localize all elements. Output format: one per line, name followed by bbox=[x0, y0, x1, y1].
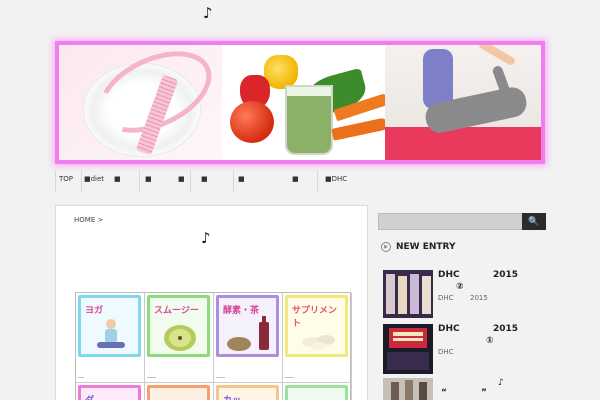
breadcrumb-home-link[interactable]: HOME bbox=[74, 216, 95, 224]
entry-title-part[interactable]: ” bbox=[481, 388, 487, 398]
category-card[interactable]: カッ… bbox=[216, 385, 279, 400]
search-input[interactable] bbox=[378, 213, 523, 230]
list-item[interactable]: DHC 2015 ② DHC 2015 bbox=[383, 270, 543, 320]
entry-title-part[interactable]: ① bbox=[486, 336, 494, 346]
category-card[interactable]: ダ… bbox=[78, 385, 141, 400]
carrot-graphic bbox=[331, 117, 389, 141]
new-entry-heading: ▶ NEW ENTRY bbox=[381, 242, 456, 252]
nav-divider bbox=[317, 170, 318, 192]
category-cell: カッ… bbox=[214, 383, 283, 400]
nav-item-dhc[interactable]: ■DHC bbox=[325, 175, 347, 183]
search-icon: 🔍 bbox=[528, 216, 540, 227]
entry-title-part[interactable]: 2015 bbox=[493, 270, 518, 280]
category-caption: ___ bbox=[147, 371, 156, 378]
category-label: カッ… bbox=[223, 393, 250, 400]
smoothie-glass-graphic bbox=[285, 85, 333, 155]
header-banner[interactable] bbox=[55, 41, 545, 164]
nav-divider bbox=[55, 170, 56, 192]
nav-item-5[interactable]: ■ bbox=[201, 175, 208, 183]
category-label: ダ… bbox=[85, 393, 103, 400]
nav-divider bbox=[81, 170, 82, 192]
nav-divider bbox=[233, 170, 234, 192]
nav-item-3[interactable]: ■ bbox=[145, 175, 152, 183]
banner-image-vegetables bbox=[222, 45, 391, 160]
category-cell bbox=[283, 383, 352, 400]
entry-title-part[interactable]: 2015 bbox=[493, 324, 518, 334]
entry-meta: DHC bbox=[438, 294, 454, 302]
category-cell: ___ 酵素・茶 bbox=[214, 293, 283, 383]
site-title[interactable]: ♪ bbox=[203, 4, 213, 22]
entry-meta: 2015 bbox=[470, 294, 488, 302]
post-title: ♪ bbox=[201, 229, 211, 247]
category-card[interactable]: スムージー bbox=[147, 295, 210, 357]
category-card[interactable]: 酵素・茶 bbox=[216, 295, 279, 357]
nav-item-2[interactable]: ■ bbox=[114, 175, 121, 183]
entry-thumbnail[interactable] bbox=[383, 324, 433, 374]
tomato-graphic bbox=[230, 101, 274, 143]
category-card[interactable] bbox=[285, 385, 348, 400]
nav-divider bbox=[139, 170, 140, 192]
new-entry-title: NEW ENTRY bbox=[396, 242, 456, 252]
category-cell bbox=[145, 383, 214, 400]
entry-meta: DHC bbox=[438, 348, 454, 356]
entry-thumbnail[interactable] bbox=[383, 378, 433, 400]
list-item[interactable]: DHC 2015 ① DHC bbox=[383, 324, 543, 374]
breadcrumb: HOME > bbox=[74, 216, 103, 224]
nav-item-top[interactable]: TOP bbox=[59, 175, 73, 183]
category-card[interactable]: サプリメント bbox=[285, 295, 348, 357]
yoga-mat-graphic bbox=[385, 127, 541, 160]
banner-image-measuring-tape bbox=[59, 45, 225, 160]
nav-item-diet[interactable]: ■diet bbox=[84, 175, 104, 183]
category-grid: __ ヨガ ___ スムージー ___ 酵素・茶 ___ サプリメントダ… カッ… bbox=[75, 292, 352, 400]
category-illustration bbox=[302, 335, 335, 350]
nav-divider bbox=[190, 170, 191, 192]
category-card[interactable] bbox=[147, 385, 210, 400]
category-illustration bbox=[164, 325, 196, 351]
category-illustration bbox=[97, 319, 125, 348]
category-caption: ___ bbox=[216, 371, 225, 378]
nav-item-6[interactable]: ■ bbox=[238, 175, 245, 183]
category-caption: ___ bbox=[285, 371, 294, 378]
entry-title-part[interactable]: ② bbox=[456, 282, 464, 292]
category-cell: ___ スムージー bbox=[145, 293, 214, 383]
entry-title-part[interactable]: DHC bbox=[438, 270, 460, 280]
entry-title-part[interactable]: DHC bbox=[438, 324, 460, 334]
banner-image-yoga bbox=[385, 45, 541, 160]
entry-title-part[interactable]: ♪ bbox=[498, 378, 504, 388]
category-illustration bbox=[227, 316, 269, 351]
entry-thumbnail[interactable] bbox=[383, 270, 433, 318]
list-item[interactable]: “ ” ♪ bbox=[383, 378, 543, 400]
entry-title-part[interactable]: “ bbox=[441, 388, 447, 398]
nav-item-4[interactable]: ■ bbox=[178, 175, 185, 183]
search-button[interactable]: 🔍 bbox=[522, 213, 546, 230]
category-card[interactable]: ヨガ bbox=[78, 295, 141, 357]
play-circle-icon: ▶ bbox=[381, 242, 391, 252]
category-cell: __ ヨガ bbox=[76, 293, 145, 383]
category-cell: ___ サプリメント bbox=[283, 293, 352, 383]
nav-item-7[interactable]: ■ bbox=[292, 175, 299, 183]
main-content: HOME > ♪ __ ヨガ ___ スムージー ___ 酵素・茶 ___ サプリメントダ… カ… bbox=[55, 205, 368, 400]
breadcrumb-separator: > bbox=[97, 216, 104, 224]
yoga-person-arm bbox=[477, 45, 517, 67]
global-nav: TOP ■diet ■ ■ ■ ■ ■ ■ ■DHC bbox=[55, 170, 545, 192]
category-cell: ダ… bbox=[76, 383, 145, 400]
category-caption: __ bbox=[78, 371, 84, 378]
